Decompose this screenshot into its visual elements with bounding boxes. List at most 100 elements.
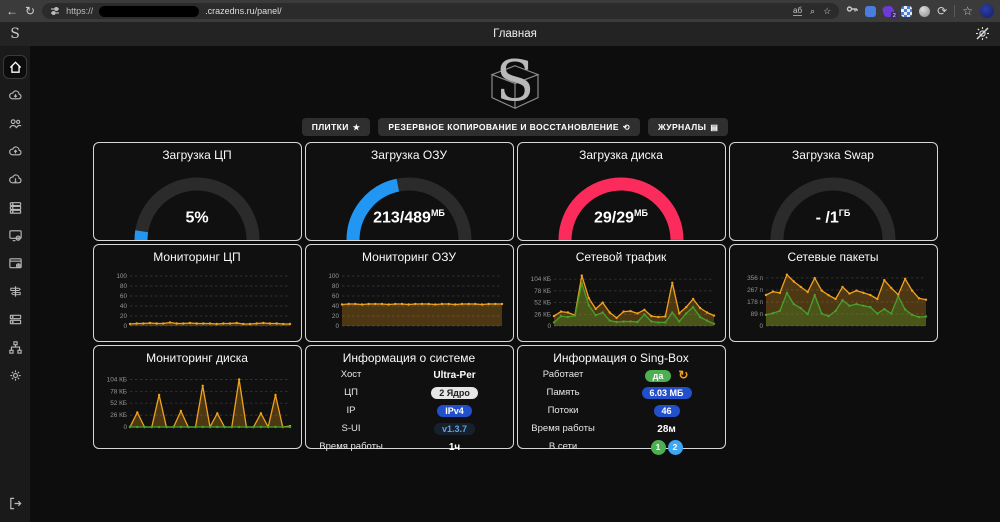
collections-icon[interactable]: ☆ — [962, 5, 973, 17]
info-label: В сети — [518, 442, 609, 452]
ip-badge: IPv4 — [437, 405, 472, 417]
sidebar-item-outbounds[interactable] — [4, 140, 26, 162]
svg-text:356 п: 356 п — [747, 275, 763, 282]
sidebar-item-logout[interactable] — [4, 492, 26, 514]
cpu-monitor-card: Мониторинг ЦП 020406080100 — [93, 244, 302, 342]
online-count-badge: 1 — [651, 440, 666, 455]
sidebar-item-routing[interactable] — [4, 280, 26, 302]
zoom-out-icon[interactable]: ⌕ — [810, 6, 815, 17]
backup-restore-button[interactable]: РЕЗЕРВНОЕ КОПИРОВАНИЕ И ВОССТАНОВЛЕНИЕ⟲ — [378, 118, 640, 136]
svg-text:78 КБ: 78 КБ — [534, 288, 551, 295]
list-icon — [8, 312, 23, 327]
info-label: Потоки — [518, 406, 609, 416]
svg-text:80: 80 — [332, 283, 340, 290]
card-title: Загрузка ЦП — [94, 148, 301, 162]
card-title: Информация о системе — [306, 351, 513, 365]
app-logo: S — [30, 54, 1000, 116]
info-label: Работает — [518, 370, 609, 380]
card-title: Мониторинг ОЗУ — [306, 250, 513, 264]
window-gear-icon — [8, 256, 23, 271]
system-info-card: Информация о системе Хост Ultra-Per ЦП 2… — [305, 345, 514, 449]
server-icon — [8, 200, 23, 215]
sidebar-item-services[interactable] — [4, 196, 26, 218]
logs-button[interactable]: ЖУРНАЛЫ▤ — [648, 118, 728, 136]
address-bar[interactable]: https:// .crazedns.ru/panel/ аб ⌕ ☆ — [42, 3, 839, 19]
url-prefix: https:// — [66, 6, 93, 16]
svg-text:0: 0 — [547, 323, 551, 330]
disk-gauge-card: Загрузка диска 29/29МБ — [517, 142, 726, 241]
svg-text:78 КБ: 78 КБ — [110, 388, 127, 395]
svg-text:104 КБ: 104 КБ — [531, 276, 551, 283]
tiles-button[interactable]: ПЛИТКИ★ — [302, 118, 371, 136]
net-packets-chart: 089 п178 п267 п356 п — [730, 265, 937, 335]
profile-avatar[interactable] — [980, 4, 994, 18]
extension-purple-icon[interactable]: 2 — [882, 4, 895, 17]
gear-icon — [8, 368, 23, 383]
site-info-icon[interactable] — [50, 6, 60, 16]
restart-singbox-icon[interactable]: ↻ — [678, 368, 688, 382]
svg-text:267 п: 267 п — [747, 287, 763, 294]
sidebar-item-inbounds[interactable] — [4, 84, 26, 106]
theme-toggle-icon[interactable] — [975, 26, 990, 46]
cpu-gauge — [94, 164, 301, 244]
sidebar-item-dns[interactable] — [4, 308, 26, 330]
ram-chart: 020406080100 — [306, 265, 513, 335]
card-title: Информация о Sing-Box — [518, 351, 725, 365]
memory-badge: 6.03 МБ — [642, 387, 692, 399]
disk-gauge — [518, 164, 725, 244]
back-icon[interactable]: ← — [6, 5, 18, 17]
main-content: S ПЛИТКИ★ РЕЗЕРВНОЕ КОПИРОВАНИЕ И ВОССТА… — [30, 46, 1000, 522]
extension-sphere-icon[interactable] — [919, 6, 930, 17]
info-row: Мониторинг диска 026 КБ52 КБ78 КБ104 КБ … — [93, 345, 938, 449]
svg-text:60: 60 — [120, 293, 128, 300]
total-count-badge: 2 — [668, 440, 683, 455]
cloud-download-icon — [8, 88, 23, 103]
card-title: Загрузка диска — [518, 148, 725, 162]
info-label: Время работы — [306, 442, 397, 452]
toolbar-divider — [954, 5, 955, 17]
signpost-icon — [8, 284, 23, 299]
ram-gauge-card: Загрузка ОЗУ 213/489МБ — [305, 142, 514, 241]
info-label: Память — [518, 388, 609, 398]
action-buttons: ПЛИТКИ★ РЕЗЕРВНОЕ КОПИРОВАНИЕ И ВОССТАНО… — [30, 118, 1000, 136]
svg-text:60: 60 — [332, 293, 340, 300]
cloud-alert-icon — [8, 172, 23, 187]
app-header: Главная — [30, 22, 1000, 46]
sidebar-item-clients[interactable] — [4, 112, 26, 134]
lan-icon — [8, 340, 23, 355]
svg-text:20: 20 — [120, 313, 128, 320]
sync-icon[interactable]: ⟳ — [937, 5, 947, 17]
star-icon: ★ — [353, 123, 361, 132]
extensions-area: 2 ⟳ ☆ — [846, 2, 994, 20]
svg-text:89 п: 89 п — [751, 311, 764, 318]
reload-icon[interactable]: ↻ — [25, 5, 35, 17]
sidebar-item-panel-settings[interactable] — [4, 252, 26, 274]
threads-badge: 46 — [654, 405, 680, 417]
sidebar-item-endpoints[interactable] — [4, 168, 26, 190]
ram-gauge — [306, 164, 513, 244]
journal-icon: ▤ — [710, 123, 718, 132]
uptime-value: 1ч — [397, 442, 513, 453]
sui-version-badge[interactable]: v1.3.7 — [434, 423, 475, 435]
extension-checkered-icon[interactable] — [901, 6, 912, 17]
sidebar-item-network[interactable] — [4, 336, 26, 358]
info-label: IP — [306, 406, 397, 416]
svg-text:40: 40 — [332, 303, 340, 310]
info-label: ЦП — [306, 388, 397, 398]
host-value: Ultra-Per — [397, 370, 513, 381]
running-badge: да — [645, 370, 672, 382]
svg-text:40: 40 — [120, 303, 128, 310]
translate-icon[interactable]: аб — [793, 6, 802, 16]
extension-blue-icon[interactable] — [865, 6, 876, 17]
sidebar-item-home[interactable] — [4, 56, 26, 78]
singbox-uptime-value: 28м — [609, 424, 725, 435]
card-title: Сетевые пакеты — [730, 250, 937, 264]
svg-text:178 п: 178 п — [747, 299, 763, 306]
sidebar-item-settings[interactable] — [4, 364, 26, 386]
sidebar-item-tls[interactable] — [4, 224, 26, 246]
net-traffic-chart: 026 КБ52 КБ78 КБ104 КБ — [518, 265, 725, 335]
bookmark-star-icon[interactable]: ☆ — [823, 6, 831, 17]
dashboard-grid: Загрузка ЦП 5% Загрузка ОЗУ 213/489МБ За… — [93, 142, 938, 449]
display-gear-icon — [8, 228, 23, 243]
password-key-icon[interactable] — [846, 2, 858, 20]
